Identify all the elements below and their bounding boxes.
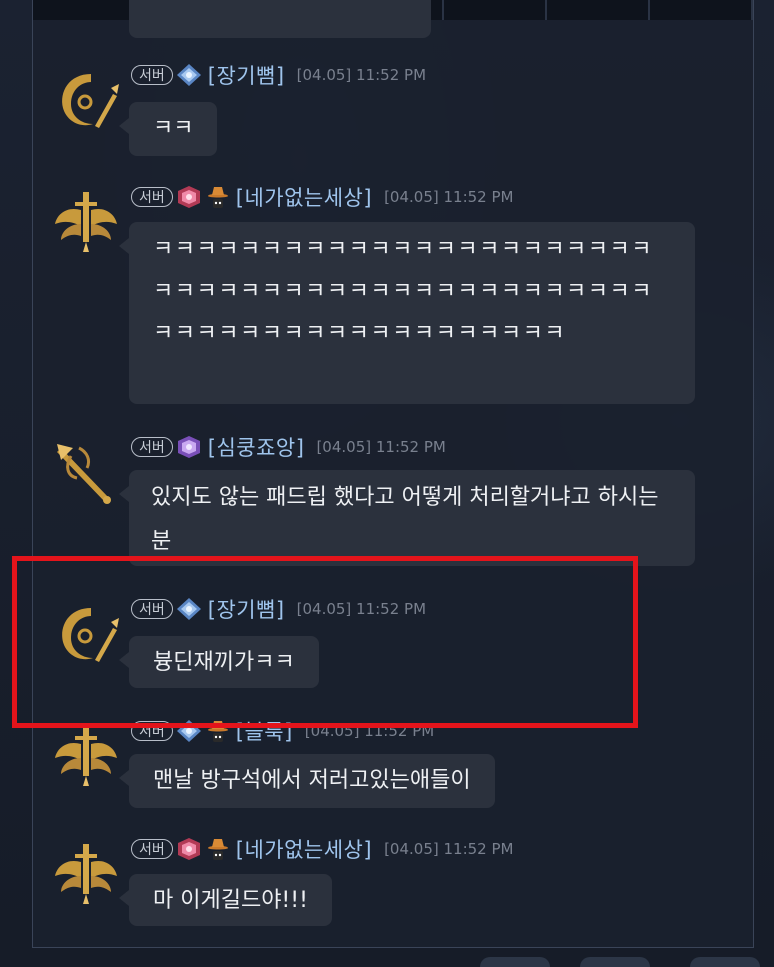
- message-header: 서버 [블룩] [04.05] 11:52 PM: [131, 718, 434, 744]
- chat-tab[interactable]: [547, 0, 651, 20]
- message-header: 서버 [네가없는세상] [04.05] 11:52 PM: [131, 184, 513, 210]
- diamond-rank-icon: [176, 720, 201, 742]
- crescent-emblem-icon: [62, 608, 119, 662]
- message-header: 서버 [장기뼘] [04.05] 11:52 PM: [131, 62, 426, 88]
- message-bubble: 맨날 방구석에서 저러고있는애들이: [119, 754, 495, 808]
- message-header: 서버 [심쿵죠앙] [04.05] 11:52 PM: [131, 434, 446, 460]
- timestamp: [04.05] 11:52 PM: [384, 188, 514, 206]
- server-badge: 서버: [131, 721, 173, 741]
- nickname[interactable]: [심쿵죠앙]: [208, 432, 305, 462]
- server-badge: 서버: [131, 839, 173, 859]
- crimson-rank-icon: [177, 186, 200, 208]
- nickname[interactable]: [네가없는세상]: [236, 182, 372, 212]
- chat-panel[interactable]: 서버 [장기뼘] [04.05] 11:52 PM ㅋㅋ 서버 [네가없는세상]…: [32, 0, 754, 948]
- chat-tab[interactable]: [650, 0, 753, 20]
- message-bubble: 븅딘재끼가ㅋㅋ: [119, 636, 319, 688]
- message-header: 서버 [장기뼘] [04.05] 11:52 PM: [131, 596, 426, 622]
- message-bubble: 마 이게길드야!!!: [119, 874, 332, 926]
- winged-sword-icon: [55, 726, 117, 786]
- bottom-button-edge[interactable]: [580, 957, 650, 967]
- winged-sword-icon: [55, 192, 117, 252]
- nickname[interactable]: [장기뼘]: [208, 60, 285, 90]
- server-badge: 서버: [131, 599, 173, 619]
- server-badge: 서버: [131, 65, 173, 85]
- chat-tab[interactable]: [444, 0, 548, 20]
- message-header: 서버 [네가없는세상] [04.05] 11:52 PM: [131, 836, 513, 862]
- timestamp: [04.05] 11:52 PM: [296, 66, 427, 84]
- diamond-rank-icon: [176, 64, 201, 86]
- winged-sword-icon: [55, 844, 117, 904]
- spear-emblem-icon: [57, 444, 111, 504]
- cowboy-hat-icon: [207, 721, 228, 742]
- timestamp: [04.05] 11:52 PM: [316, 438, 446, 456]
- timestamp: [04.05] 11:52 PM: [304, 722, 435, 740]
- nickname[interactable]: [블룩]: [236, 716, 293, 746]
- cowboy-hat-icon: [207, 839, 228, 860]
- server-badge: 서버: [131, 187, 173, 207]
- message-bubble: 있지도 않는 패드립 했다고 어떻게 처리할거냐고 하시는분: [119, 470, 695, 566]
- chat-tab[interactable]: [33, 0, 136, 20]
- nickname[interactable]: [장기뼘]: [208, 594, 285, 624]
- message-bubble: ㅋㅋ: [118, 102, 218, 156]
- message-bubble: ㅋㅋㅋㅋㅋㅋㅋㅋㅋㅋㅋㅋㅋㅋㅋㅋㅋㅋㅋㅋㅋㅋㅋㅋㅋㅋㅋㅋㅋㅋㅋㅋㅋㅋㅋㅋㅋㅋㅋㅋ…: [119, 222, 695, 404]
- timestamp: [04.05] 11:52 PM: [296, 600, 427, 618]
- crescent-emblem-icon: [62, 74, 119, 128]
- cowboy-hat-icon: [207, 187, 228, 208]
- server-badge: 서버: [131, 437, 173, 457]
- bottom-button-edge[interactable]: [480, 957, 550, 967]
- timestamp: [04.05] 11:52 PM: [384, 840, 514, 858]
- diamond-rank-icon: [176, 598, 201, 620]
- violet-rank-icon: [177, 436, 200, 458]
- bottom-button-edge[interactable]: [690, 957, 760, 967]
- crimson-rank-icon: [177, 838, 200, 860]
- previous-message-bubble: [129, 0, 431, 38]
- nickname[interactable]: [네가없는세상]: [236, 834, 372, 864]
